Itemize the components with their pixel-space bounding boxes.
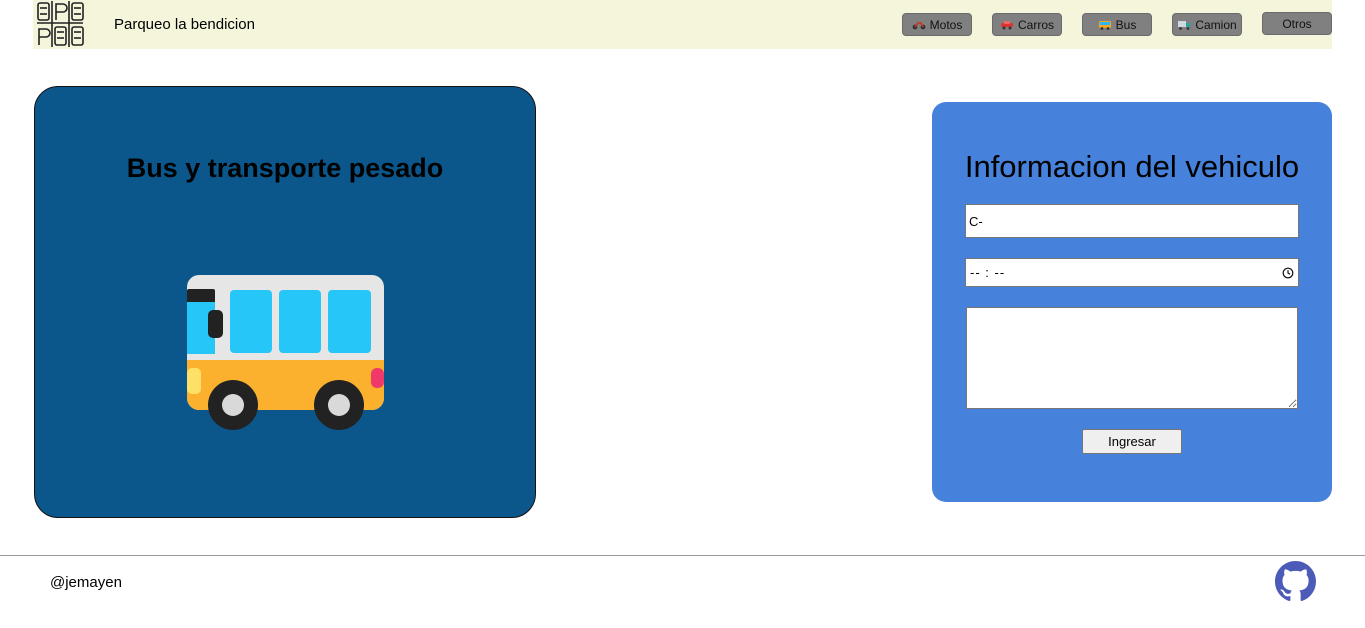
vehicle-type-card: Bus y transporte pesado <box>34 86 536 518</box>
nav-label: Carros <box>1017 17 1054 32</box>
nav-button-carros[interactable]: Carros <box>992 13 1062 36</box>
nav-label: Bus <box>1115 17 1137 32</box>
nav-button-motos[interactable]: Motos <box>902 13 972 36</box>
vehicle-info-form: Informacion del vehiculo -- : -- Ingresa… <box>932 102 1332 502</box>
nav-button-camion[interactable]: Camion <box>1172 13 1242 36</box>
nav-label: Motos <box>929 17 963 32</box>
form-title: Informacion del vehiculo <box>964 149 1300 184</box>
truck-icon <box>1178 20 1191 30</box>
submit-button[interactable]: Ingresar <box>1082 429 1182 454</box>
nav-button-otros[interactable]: Otros <box>1262 12 1332 35</box>
nav-label: Otros <box>1282 16 1312 31</box>
time-value: -- : -- <box>970 265 1006 280</box>
brand-name: Parqueo la bendicion <box>114 16 255 33</box>
bus-illustration <box>187 275 384 430</box>
motorcycle-icon <box>912 21 926 29</box>
nav-button-bus[interactable]: Bus <box>1082 13 1152 36</box>
github-icon[interactable] <box>1275 561 1316 602</box>
clock-icon[interactable] <box>1282 267 1294 279</box>
car-icon <box>1000 20 1013 29</box>
author-handle: @jemayen <box>50 574 122 591</box>
nav-label: Camion <box>1195 17 1237 32</box>
vehicle-type-title: Bus y transporte pesado <box>126 153 444 183</box>
footer-divider <box>0 555 1365 556</box>
notes-textarea[interactable] <box>966 307 1298 409</box>
plate-input[interactable] <box>965 204 1299 238</box>
parking-logo <box>37 1 84 47</box>
bus-icon <box>1098 20 1111 30</box>
entry-time-input[interactable]: -- : -- <box>965 258 1299 287</box>
top-bar: Parqueo la bendicion Motos Carros Bus Ca… <box>33 0 1332 49</box>
